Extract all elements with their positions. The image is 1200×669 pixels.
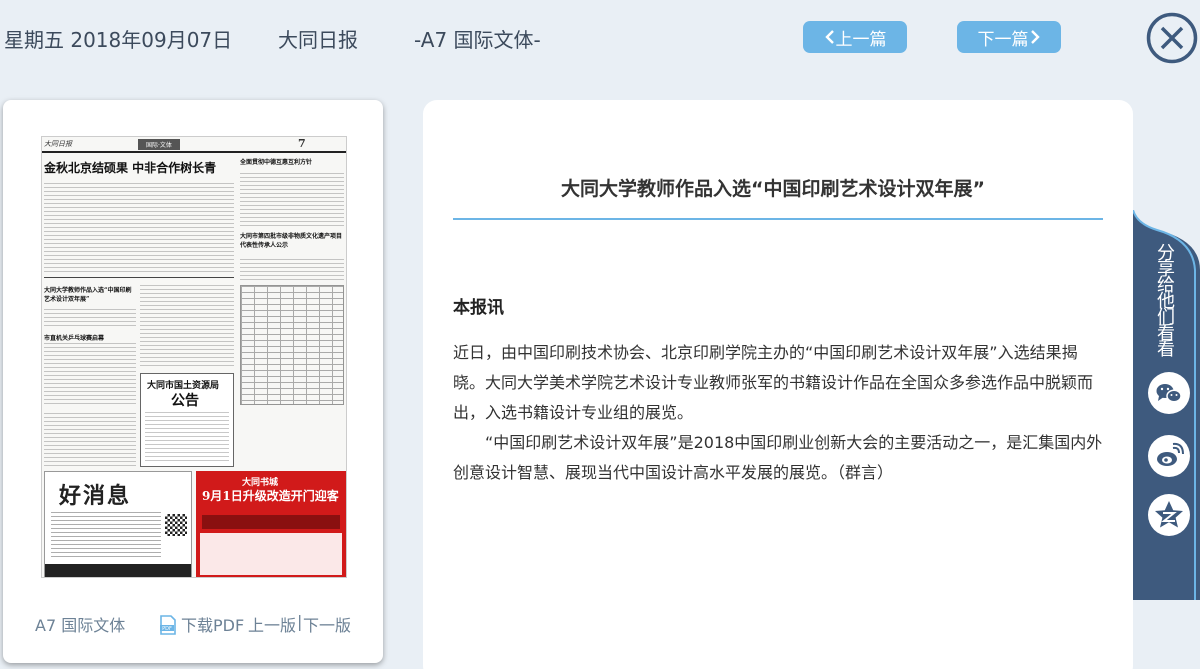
svg-text:PDF: PDF: [162, 626, 172, 632]
issue-date: 星期五 2018年09月07日: [4, 28, 233, 52]
np-ad-right: 大同书城 9月1日升级改造开门迎客: [196, 471, 346, 577]
np-text-block: [145, 412, 229, 464]
pdf-file-icon[interactable]: PDF: [159, 615, 177, 635]
np-ad-bar: [45, 564, 191, 577]
article-lead: 本报讯: [453, 298, 504, 318]
prev-page-link[interactable]: 上一版: [248, 612, 296, 636]
share-qzone-button[interactable]: [1148, 494, 1190, 536]
next-article-label: 下一篇: [977, 29, 1029, 50]
np-headline: 金秋北京结硕果 中非合作树长青: [44, 161, 217, 175]
np-headline: 大同市第四批市级非物质文化遗产项目代表性传承人公示: [240, 233, 343, 249]
np-text-block: [44, 343, 136, 407]
article-card: 大同大学教师作品入选“中国印刷艺术设计双年展” 本报讯 近日，由中国印刷技术协会…: [423, 100, 1133, 669]
np-table: [240, 285, 344, 405]
np-ad-slogan: 9月1日升级改造开门迎客: [202, 489, 339, 503]
share-label: 分享给他们看看: [1157, 243, 1175, 360]
np-text-block: [240, 259, 344, 281]
prev-article-button[interactable]: 上一篇: [803, 21, 907, 53]
paper-name: 大同日报: [278, 28, 358, 52]
np-headline: 市直机关乒乓球赛启幕: [44, 335, 105, 342]
np-page-number: 7: [298, 137, 306, 150]
wechat-icon: [1156, 384, 1182, 403]
footer-page-label: A7 国际文体: [35, 616, 126, 635]
chevron-left-icon: [824, 30, 834, 44]
np-text-block: [44, 309, 136, 329]
weibo-icon: [1157, 442, 1184, 466]
newspaper-page-card: 大同日报 国际·文体 7 金秋北京结硕果 中非合作树长青 全面贯彻中德互惠互利方…: [3, 100, 383, 663]
paper-footer: A7 国际文体 PDF 下载PDF 上一版 | 下一版: [3, 612, 383, 636]
qr-code-icon: [165, 514, 187, 536]
np-headline: 大同大学教师作品入选“中国印刷艺术设计双年展”: [44, 287, 132, 303]
page-label: -A7 国际文体-: [414, 28, 541, 52]
article-title: 大同大学教师作品入选“中国印刷艺术设计双年展”: [561, 178, 985, 200]
article-body: 近日，由中国印刷技术协会、北京印刷学院主办的“中国印刷艺术设计双年展”入选结果揭…: [453, 338, 1105, 488]
np-notice-box: 大同市国土资源局 公告: [140, 373, 234, 467]
np-ad-title: 好消息: [59, 483, 132, 509]
np-text-block: [140, 285, 234, 367]
article-paragraph: 近日，由中国印刷技术协会、北京印刷学院主办的“中国印刷艺术设计双年展”入选结果揭…: [453, 343, 1094, 422]
chevron-right-icon: [1030, 30, 1040, 44]
np-ad-banner: [202, 515, 340, 529]
next-article-button[interactable]: 下一篇: [957, 21, 1061, 53]
footer-separator: |: [297, 612, 303, 631]
np-text-block: [44, 183, 234, 275]
next-page-link[interactable]: 下一版: [303, 612, 351, 636]
share-wechat-button[interactable]: [1148, 372, 1190, 414]
np-divider: [44, 277, 234, 278]
np-headline: 全面贯彻中德互惠互利方针: [240, 159, 313, 166]
np-notice-heading: 公告: [171, 393, 199, 409]
top-bar: 星期五 2018年09月07日 大同日报 -A7 国际文体- 上一篇 下一篇: [0, 0, 1200, 78]
download-pdf-link[interactable]: 下载PDF: [181, 612, 244, 636]
article-paragraph: “中国印刷艺术设计双年展”是2018中国印刷业创新大会的主要活动之一，是汇集国内…: [453, 433, 1103, 482]
share-panel: 分享给他们看看: [1133, 210, 1200, 600]
np-section: 国际·文体: [138, 139, 180, 150]
newspaper-page-thumbnail[interactable]: 大同日报 国际·文体 7 金秋北京结硕果 中非合作树长青 全面贯彻中德互惠互利方…: [41, 136, 347, 578]
np-masthead: 大同日报: [44, 140, 72, 148]
prev-article-label: 上一篇: [835, 29, 887, 50]
np-ad-text: [51, 512, 161, 560]
np-text-block: [44, 413, 136, 467]
np-header: 大同日报 国际·文体 7: [42, 137, 346, 153]
close-icon[interactable]: [1146, 12, 1198, 64]
np-text-block: [240, 173, 344, 227]
share-weibo-button[interactable]: [1148, 435, 1190, 477]
np-ad-left: 好消息: [44, 471, 192, 577]
title-divider: [453, 218, 1103, 220]
qzone-icon: [1155, 501, 1183, 528]
np-ad-text: [200, 533, 342, 575]
